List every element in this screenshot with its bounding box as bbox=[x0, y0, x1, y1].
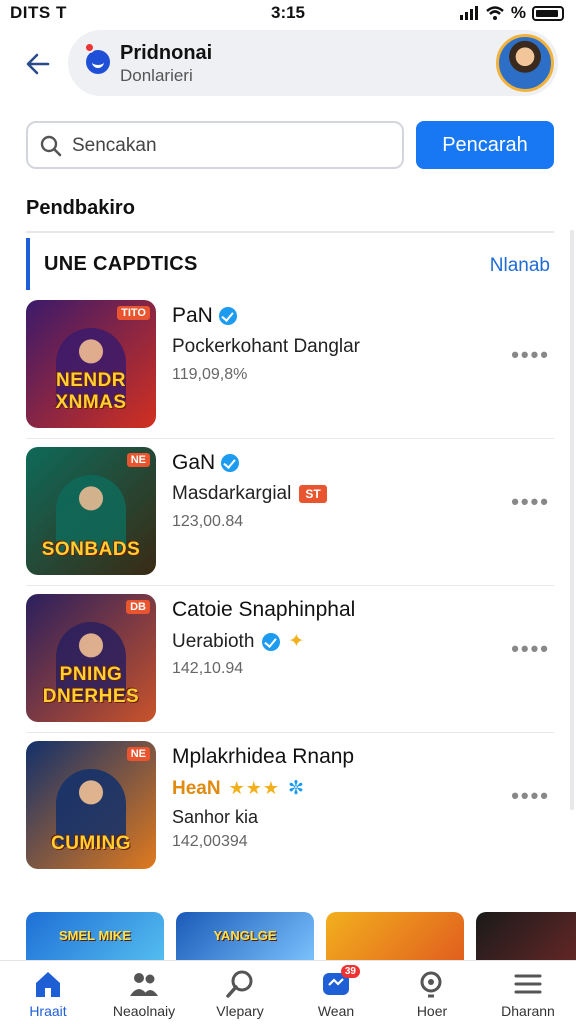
app-thumbnail[interactable]: TITO NENDR XNMAS bbox=[26, 300, 156, 428]
profile-header[interactable]: Pridnonai Donlarieri bbox=[68, 30, 558, 96]
signal-icon bbox=[459, 6, 478, 20]
people-icon bbox=[130, 973, 158, 996]
nav-label: Hraait bbox=[29, 1003, 67, 1019]
app-list: TITO NENDR XNMAS PaN Pockerkohant Dangla… bbox=[26, 292, 554, 880]
thumbnail-title: PNING DNERHES bbox=[42, 664, 140, 707]
app-subtitle: HeaN bbox=[172, 777, 221, 799]
app-subtitle: Uerabioth bbox=[172, 630, 255, 652]
app-thumbnail[interactable]: NE SONBADS bbox=[26, 447, 156, 575]
wifi-icon bbox=[486, 6, 504, 20]
app-logo-icon bbox=[86, 50, 110, 74]
thumbnail-title: SONBADS bbox=[41, 539, 141, 560]
battery-icon bbox=[532, 5, 564, 21]
back-button[interactable] bbox=[20, 46, 56, 82]
download-count: 142,00394 bbox=[172, 833, 248, 850]
featured-card[interactable] bbox=[476, 912, 576, 960]
thumbnail-tag: NE bbox=[126, 747, 150, 761]
app-name[interactable]: PaN bbox=[172, 304, 213, 328]
status-bar: DITS T 3:15 % bbox=[0, 0, 576, 26]
arrow-left-icon bbox=[26, 53, 50, 75]
category-accent-bar bbox=[26, 238, 30, 290]
app-subtitle: Pockerkohant Danglar bbox=[172, 336, 360, 357]
nav-label: Vlepary bbox=[216, 1003, 264, 1019]
notification-dot bbox=[84, 42, 95, 53]
nav-tab-people[interactable]: Neaolnaiy bbox=[96, 961, 192, 1024]
verified-icon bbox=[221, 454, 240, 472]
download-count: 119,09,8% bbox=[172, 366, 248, 383]
explore-icon bbox=[226, 970, 253, 998]
list-item[interactable]: DB PNING DNERHES Catoie Snaphinphal Uera… bbox=[26, 586, 554, 733]
app-thumbnail[interactable]: DB PNING DNERHES bbox=[26, 594, 156, 722]
rocket-icon: ✦ bbox=[288, 631, 305, 652]
list-item[interactable]: NE SONBADS GaN Masdarkargial ST 123,00.84… bbox=[26, 439, 554, 586]
battery-percent: % bbox=[510, 3, 526, 22]
more-options-icon[interactable]: •••• bbox=[511, 342, 550, 368]
app-thumbnail[interactable]: NE CUMING bbox=[26, 741, 156, 869]
featured-strip: SMEL MIKE YANGLGE bbox=[26, 912, 576, 960]
nav-tab-menu[interactable]: Dharann bbox=[480, 961, 576, 1024]
search-input[interactable] bbox=[72, 131, 392, 161]
nav-label: Wean bbox=[317, 1003, 355, 1019]
bottom-nav: Hraait Neaolnaiy Vlepary 39 Wean Hoer Dh… bbox=[0, 960, 576, 1024]
featured-card-title: YANGLGE bbox=[213, 928, 277, 943]
notification-badge: 39 bbox=[340, 965, 360, 978]
nav-label: Dharann bbox=[501, 1003, 555, 1019]
thumbnail-tag: DB bbox=[126, 600, 150, 614]
more-options-icon[interactable]: •••• bbox=[511, 636, 550, 662]
home-icon bbox=[36, 972, 60, 997]
nav-tab-search[interactable]: Hoer bbox=[384, 961, 480, 1024]
app-name[interactable]: GaN bbox=[172, 451, 215, 475]
section-title: Pendbakiro bbox=[26, 197, 135, 219]
thumbnail-title: CUMING bbox=[50, 833, 132, 854]
download-count: 123,00.84 bbox=[172, 513, 244, 530]
header-subtitle: Donlarieri bbox=[120, 66, 193, 85]
app-subtitle: Masdarkargial bbox=[172, 483, 292, 504]
menu-icon bbox=[514, 974, 542, 994]
category-header: UNE CAPDTICS Nlanab bbox=[26, 238, 554, 290]
nav-label: Neaolnaiy bbox=[112, 1003, 176, 1019]
nav-label: Hoer bbox=[416, 1003, 448, 1019]
app-name[interactable]: Catoie Snaphinphal bbox=[172, 598, 355, 622]
featured-card-title: SMEL MIKE bbox=[59, 928, 131, 943]
verified-flower-icon: ✼ bbox=[288, 778, 304, 799]
more-options-icon[interactable]: •••• bbox=[511, 489, 550, 515]
search-box bbox=[26, 121, 404, 169]
nav-tab-explore[interactable]: Vlepary bbox=[192, 961, 288, 1024]
search-icon bbox=[40, 135, 62, 157]
featured-card[interactable] bbox=[326, 912, 464, 960]
status-icons: % bbox=[459, 3, 564, 23]
thumbnail-title: NENDR XNMAS bbox=[55, 370, 127, 413]
messages-icon-wrap: 39 bbox=[320, 965, 360, 999]
thumbnail-tag: TITO bbox=[117, 306, 150, 320]
download-count: 142,10.94 bbox=[172, 660, 244, 677]
list-item[interactable]: NE CUMING Mplakrhidea Rnanp HeaN ★★★ ✼ San… bbox=[26, 733, 554, 880]
list-item[interactable]: TITO NENDR XNMAS PaN Pockerkohant Dangla… bbox=[26, 292, 554, 439]
search-icon bbox=[420, 971, 442, 998]
app-name[interactable]: Mplakrhidea Rnanp bbox=[172, 745, 354, 769]
app-screen: DITS T 3:15 % Pridnonai Donlarieri Penca… bbox=[0, 0, 576, 1024]
avatar[interactable] bbox=[496, 34, 554, 92]
more-options-icon[interactable]: •••• bbox=[511, 783, 550, 809]
nav-tab-messages[interactable]: 39 Wean bbox=[288, 961, 384, 1024]
developer-name: Sanhor kia bbox=[172, 807, 259, 827]
search-button[interactable]: Pencarah bbox=[416, 121, 554, 169]
rating-stars: ★★★ bbox=[228, 778, 280, 798]
status-badge: ST bbox=[299, 485, 327, 503]
header-title: Pridnonai bbox=[120, 42, 213, 64]
featured-card[interactable]: YANGLGE bbox=[176, 912, 314, 960]
verified-icon bbox=[262, 632, 281, 651]
scrollbar[interactable] bbox=[570, 230, 574, 810]
featured-card[interactable]: SMEL MIKE bbox=[26, 912, 164, 960]
verified-icon bbox=[218, 307, 237, 325]
divider bbox=[26, 231, 554, 233]
nav-tab-home[interactable]: Hraait bbox=[0, 961, 96, 1024]
thumbnail-tag: NE bbox=[126, 453, 150, 467]
category-label: UNE CAPDTICS bbox=[44, 253, 198, 275]
see-more-link[interactable]: Nlanab bbox=[490, 255, 550, 277]
